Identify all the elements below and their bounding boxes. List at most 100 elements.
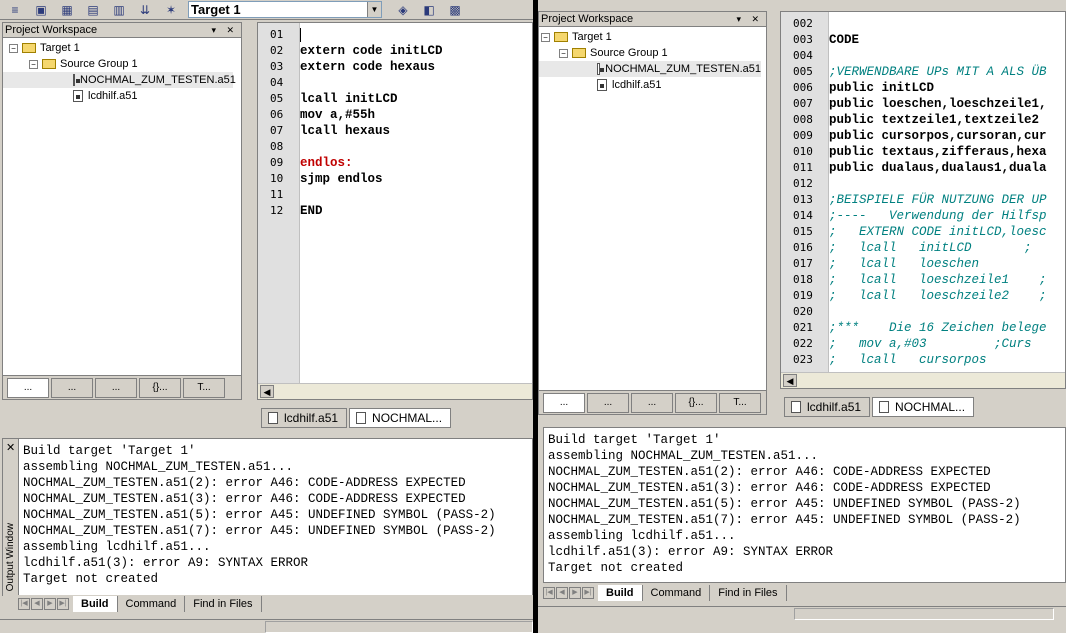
tab-find-in-files[interactable]: Find in Files [185, 596, 262, 612]
collapse-icon[interactable]: − [541, 32, 550, 42]
workspace-window-buttons[interactable]: ▾ ✕ [211, 23, 238, 37]
code-line[interactable]: public textzeile1,textzeile2 [829, 112, 1065, 128]
tab-build[interactable]: Build [73, 596, 118, 612]
code-line[interactable]: ;*** Die 16 Zeichen belege [829, 320, 1065, 336]
tab-registers[interactable]: ... [587, 392, 629, 413]
code-line[interactable]: ;VERWENDBARE UPs MIT A ALS ÜB [829, 64, 1065, 80]
tab-books[interactable]: ... [95, 377, 137, 398]
code-area[interactable]: extern code initLCD extern code hexaus l… [300, 23, 532, 383]
scroll-left-icon[interactable]: ◀ [260, 385, 274, 398]
first-tab-icon[interactable]: |◀ [18, 598, 30, 610]
file-tab-lcdhilf[interactable]: lcdhilf.a51 [261, 408, 348, 428]
tab-files[interactable]: ... [7, 377, 49, 398]
code-line[interactable]: ; mov a,#03 ;Curs [829, 336, 1065, 352]
output-line[interactable]: NOCHMAL_ZUM_TESTEN.a51(7): error A45: UN… [544, 512, 1021, 528]
code-line[interactable] [829, 176, 1065, 192]
output-line[interactable]: NOCHMAL_ZUM_TESTEN.a51(7): error A45: UN… [19, 523, 496, 539]
tab-functions[interactable]: {}... [675, 392, 717, 413]
tab-books[interactable]: ... [631, 392, 673, 413]
output-line[interactable]: NOCHMAL_ZUM_TESTEN.a51(3): error A46: CO… [544, 480, 1021, 496]
collapse-icon[interactable]: − [559, 48, 568, 58]
code-line[interactable] [300, 75, 532, 91]
code-line[interactable]: ;BEISPIELE FÜR NUTZUNG DER UP [829, 192, 1065, 208]
tree-node-group[interactable]: − Source Group 1 [539, 45, 766, 61]
code-line[interactable]: public dualaus,dualaus1,duala [829, 160, 1065, 176]
code-line[interactable] [829, 48, 1065, 64]
tree-node-file[interactable]: NOCHMAL_ZUM_TESTEN.a51 [3, 72, 236, 88]
code-line[interactable] [300, 187, 532, 203]
file-tab-nochmal[interactable]: NOCHMAL... [872, 397, 975, 417]
close-icon[interactable]: ✕ [6, 441, 15, 454]
code-line[interactable]: ; lcall loeschen [829, 256, 1065, 272]
windows-icon[interactable]: ◧ [420, 2, 438, 18]
tab-find-in-files[interactable]: Find in Files [710, 585, 787, 601]
tab-build[interactable]: Build [598, 585, 643, 601]
tree-node-file[interactable]: lcdhilf.a51 [3, 88, 241, 104]
tab-registers[interactable]: ... [51, 377, 93, 398]
output-line[interactable]: NOCHMAL_ZUM_TESTEN.a51(5): error A45: UN… [544, 496, 1021, 512]
code-line[interactable]: END [300, 203, 532, 219]
code-line[interactable]: ; lcall initLCD ; [829, 240, 1065, 256]
workspace-window-buttons[interactable]: ▾ ✕ [736, 12, 763, 26]
rebuild-icon[interactable]: ▦ [58, 2, 76, 18]
code-line[interactable]: lcall hexaus [300, 123, 532, 139]
code-line[interactable] [829, 304, 1065, 320]
collapse-icon[interactable]: − [29, 59, 38, 69]
code-line[interactable]: ;---- Verwendung der Hilfsp [829, 208, 1065, 224]
code-line[interactable]: public initLCD [829, 80, 1065, 96]
collapse-icon[interactable]: − [9, 43, 18, 53]
tab-files[interactable]: ... [543, 392, 585, 413]
components-icon[interactable]: ◈ [394, 2, 412, 18]
code-line[interactable]: extern code hexaus [300, 59, 532, 75]
code-line[interactable]: ; lcall loeschzeile1 ; [829, 272, 1065, 288]
options-icon[interactable]: ▩ [446, 2, 464, 18]
code-line[interactable]: sjmp endlos [300, 171, 532, 187]
batch-build-icon[interactable]: ▤ [84, 2, 102, 18]
code-line[interactable]: public cursorpos,cursoran,cur [829, 128, 1065, 144]
code-line[interactable]: lcall initLCD [300, 91, 532, 107]
tab-templates[interactable]: T... [719, 392, 761, 413]
prev-tab-icon[interactable]: ◀ [556, 587, 568, 599]
next-tab-icon[interactable]: ▶ [569, 587, 581, 599]
code-line[interactable]: public loeschen,loeschzeile1, [829, 96, 1065, 112]
code-line[interactable]: mov a,#55h [300, 107, 532, 123]
code-line[interactable]: ; EXTERN CODE initLCD,loesc [829, 224, 1065, 240]
code-line[interactable]: CODE [829, 32, 1065, 48]
horizontal-scrollbar[interactable]: ◀ [258, 383, 532, 399]
download-icon[interactable]: ⇊ [136, 2, 154, 18]
prev-tab-icon[interactable]: ◀ [31, 598, 43, 610]
last-tab-icon[interactable]: ▶| [57, 598, 69, 610]
code-line[interactable]: ; lcall loeschzeile2 ; [829, 288, 1065, 304]
chevron-down-icon[interactable]: ▼ [367, 2, 381, 17]
stop-build-icon[interactable]: ▥ [110, 2, 128, 18]
target-select[interactable]: Target 1 ▼ [188, 1, 382, 18]
magic-wand-icon[interactable]: ✶ [162, 2, 180, 18]
output-line[interactable]: NOCHMAL_ZUM_TESTEN.a51(5): error A45: UN… [19, 507, 496, 523]
build-icon[interactable]: ▣ [32, 2, 50, 18]
scroll-left-icon[interactable]: ◀ [783, 374, 797, 387]
tab-functions[interactable]: {}... [139, 377, 181, 398]
code-editor[interactable]: 01 02 03 04 05 06 07 08 09 10 11 12 exte… [257, 22, 533, 400]
next-tab-icon[interactable]: ▶ [44, 598, 56, 610]
tree-node-target[interactable]: − Target 1 [3, 40, 241, 56]
tab-command[interactable]: Command [643, 585, 711, 601]
output-line[interactable]: lcdhilf.a51(3): error A9: SYNTAX ERROR [19, 555, 496, 571]
tab-templates[interactable]: T... [183, 377, 225, 398]
code-area[interactable]: CODE ;VERWENDBARE UPs MIT A ALS ÜB publi… [829, 12, 1065, 372]
output-line[interactable]: NOCHMAL_ZUM_TESTEN.a51(3): error A46: CO… [19, 491, 496, 507]
tree-node-target[interactable]: − Target 1 [539, 29, 766, 45]
last-tab-icon[interactable]: ▶| [582, 587, 594, 599]
file-tab-nochmal[interactable]: NOCHMAL... [349, 408, 452, 428]
code-line[interactable]: public textaus,zifferaus,hexa [829, 144, 1065, 160]
file-tab-lcdhilf[interactable]: lcdhilf.a51 [784, 397, 871, 417]
output-line[interactable]: NOCHMAL_ZUM_TESTEN.a51(2): error A46: CO… [19, 475, 496, 491]
tab-command[interactable]: Command [118, 596, 186, 612]
output-line[interactable]: NOCHMAL_ZUM_TESTEN.a51(2): error A46: CO… [544, 464, 1021, 480]
first-tab-icon[interactable]: |◀ [543, 587, 555, 599]
code-line[interactable] [300, 28, 532, 42]
tree-node-file[interactable]: NOCHMAL_ZUM_TESTEN.a51 [539, 61, 761, 77]
tree-node-file[interactable]: lcdhilf.a51 [539, 77, 766, 93]
horizontal-scrollbar[interactable]: ◀ [781, 372, 1065, 388]
tree-node-group[interactable]: − Source Group 1 [3, 56, 241, 72]
code-line[interactable]: extern code initLCD [300, 43, 532, 59]
